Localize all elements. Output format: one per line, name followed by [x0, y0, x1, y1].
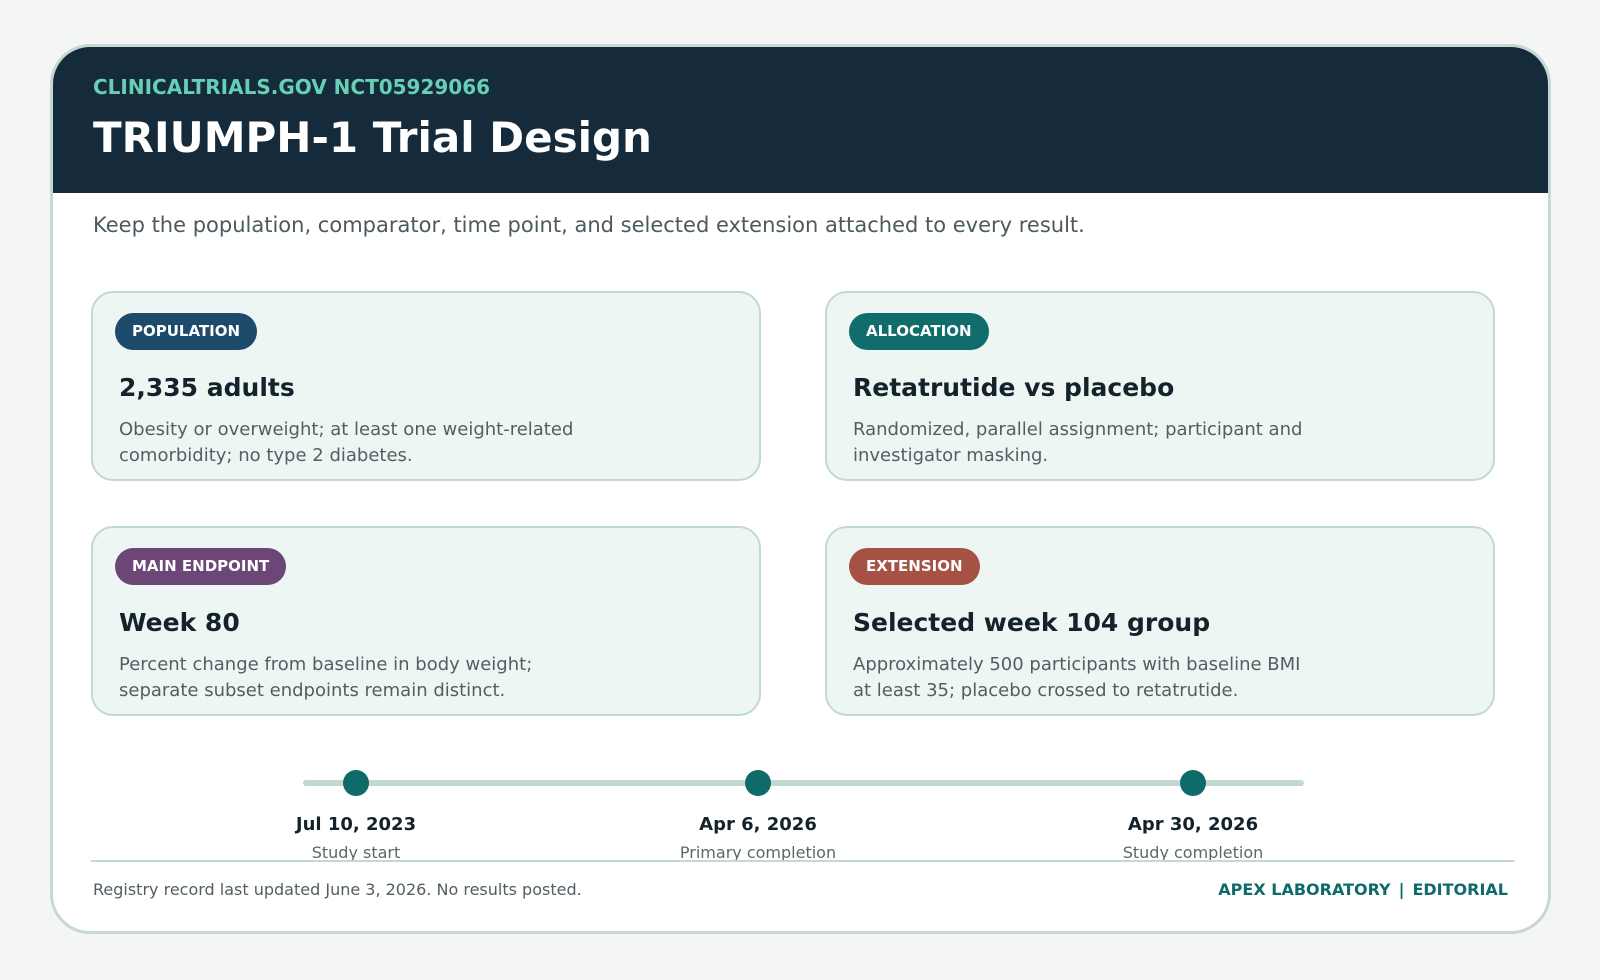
milestone-dot	[343, 770, 369, 796]
milestone-date: Apr 30, 2026	[1127, 814, 1259, 835]
registry-id: CLINICALTRIALS.GOV NCT05929066	[93, 75, 491, 99]
extension-card: EXTENSION Selected week 104 group Approx…	[825, 526, 1495, 716]
allocation-description: Randomized, parallel assignment; partici…	[853, 419, 1303, 466]
milestone-date: Apr 6, 2026	[699, 814, 817, 835]
brand-name: APEX LABORATORY	[1218, 880, 1391, 899]
brand-separator: |	[1398, 880, 1405, 899]
header-banner: CLINICALTRIALS.GOV NCT05929066 TRIUMPH-1…	[53, 47, 1548, 193]
allocation-card: ALLOCATION Retatrutide vs placebo Random…	[825, 291, 1495, 481]
population-description: Obesity or overweight; at least one weig…	[119, 419, 574, 466]
milestone-dot	[1180, 770, 1206, 796]
page-title: TRIUMPH-1 Trial Design	[93, 113, 652, 162]
population-card: POPULATION 2,335 adults Obesity or overw…	[91, 291, 761, 481]
main-endpoint-badge: MAIN ENDPOINT	[115, 548, 287, 585]
study-timeline: Jul 10, 2023 Study start Apr 6, 2026 Pri…	[53, 747, 1548, 867]
extension-badge: EXTENSION	[849, 548, 980, 585]
brand-section: EDITORIAL	[1412, 880, 1508, 899]
trial-design-card: CLINICALTRIALS.GOV NCT05929066 TRIUMPH-1…	[50, 44, 1551, 934]
population-badge: POPULATION	[115, 313, 258, 350]
milestone-dot	[745, 770, 771, 796]
population-heading: 2,335 adults	[119, 373, 295, 402]
footer-note: Registry record last updated June 3, 202…	[93, 880, 582, 899]
main-endpoint-heading: Week 80	[119, 608, 240, 637]
milestone-date: Jul 10, 2023	[295, 814, 417, 835]
extension-heading: Selected week 104 group	[853, 608, 1211, 637]
page-subtitle: Keep the population, comparator, time po…	[93, 213, 1085, 237]
main-endpoint-card: MAIN ENDPOINT Week 80 Percent change fro…	[91, 526, 761, 716]
timeline-track	[303, 780, 1304, 786]
footer-brand: APEX LABORATORY | EDITORIAL	[1218, 880, 1508, 899]
allocation-badge: ALLOCATION	[849, 313, 989, 350]
main-endpoint-description: Percent change from baseline in body wei…	[119, 654, 533, 701]
extension-description: Approximately 500 participants with base…	[853, 654, 1301, 701]
allocation-heading: Retatrutide vs placebo	[853, 373, 1175, 402]
footer-divider	[91, 860, 1515, 862]
